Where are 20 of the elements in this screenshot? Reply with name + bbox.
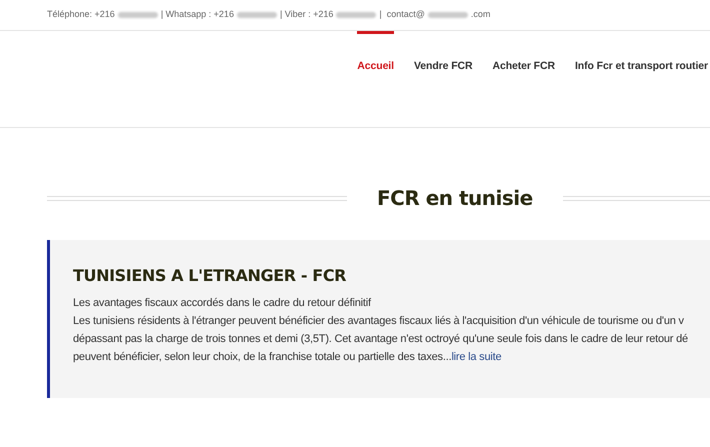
nav-link[interactable]: Acheter FCR	[492, 31, 555, 75]
nav-link[interactable]: Accueil	[357, 31, 394, 75]
contact-text: .com	[470, 8, 490, 22]
card-title: TUNISIENS A L'ETRANGER - FCR	[73, 265, 346, 287]
nav-link[interactable]: Vendre FCR	[414, 31, 472, 75]
section-title: FCR en tunisie	[376, 185, 534, 212]
card-text: dépassant pas la charge de trois tonnes et demi (3,5T). Cet avantage n'est octroyé qu'une seule fois dans le cadre de leur retour dé	[73, 332, 688, 347]
contact-text: Téléphone: +216	[47, 8, 115, 22]
card-text: Les tunisiens résidents à l'étranger peuvent bénéficier des avantages fiscaux liés à l'acquisition d'un véhicule de tourisme ou d'un v	[73, 314, 684, 329]
contact-text: | Whatsapp : +216	[160, 8, 234, 22]
blurred-text	[118, 12, 158, 18]
contact-text: | Viber : +216	[280, 8, 334, 22]
card-text: peuvent bénéficier, selon leur choix, de la franchise totale ou partielle des taxes...lire la suite	[73, 350, 502, 365]
blurred-text	[336, 12, 376, 18]
blurred-text	[236, 12, 277, 18]
blurred-text	[428, 12, 468, 18]
card-text: Les avantages fiscaux accordés dans le cadre du retour définitif	[73, 296, 371, 311]
read-more-link[interactable]: lire la suite	[451, 351, 502, 363]
nav-link[interactable]: Info Fcr et transport routier	[574, 31, 708, 75]
contact-text: | contact@	[379, 8, 425, 22]
